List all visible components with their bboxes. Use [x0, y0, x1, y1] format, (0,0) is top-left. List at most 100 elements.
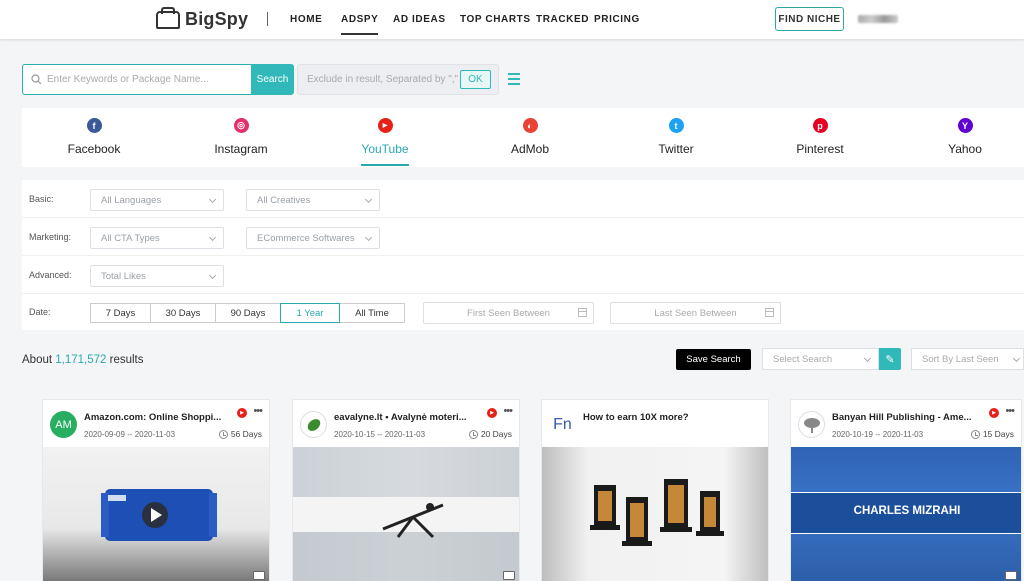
ad-thumbnail[interactable]	[43, 447, 269, 581]
filter-label: Advanced:	[29, 270, 72, 280]
pinterest-icon: p	[812, 118, 828, 133]
select-value: Select Search	[773, 353, 833, 365]
ad-card[interactable]: Fn How to earn 10X more?	[541, 399, 769, 581]
ad-dates: 2020-10-19 -- 2020-11-03	[832, 430, 924, 439]
ad-title[interactable]: Amazon.com: Online Shoppi...	[84, 412, 234, 423]
filter-row-marketing: Marketing: All CTA Types ECommerce Softw…	[22, 218, 1024, 256]
search-icon	[31, 74, 42, 85]
exclude-ok-button[interactable]: OK	[460, 70, 491, 89]
tab-label: Twitter	[658, 142, 694, 156]
edit-search-button[interactable]: ✎	[879, 348, 901, 370]
select-value: All Creatives	[257, 194, 311, 206]
select-value: All CTA Types	[101, 232, 160, 244]
tab-facebook[interactable]: f Facebook	[68, 108, 120, 167]
search-button[interactable]: Search	[251, 64, 294, 95]
search-input[interactable]: Enter Keywords or Package Name...	[22, 64, 252, 95]
nav-tracked[interactable]: TRACKED	[536, 0, 589, 39]
add-folder-icon[interactable]	[503, 571, 515, 580]
results-prefix: About	[22, 354, 56, 366]
ad-card[interactable]: eavalyne.lt • Avalynė moteri... 2020-10-…	[292, 399, 520, 581]
days-label: 20 Days	[480, 429, 512, 439]
filter-label-date: Date:	[29, 307, 51, 317]
admob-icon: ◐	[522, 118, 538, 133]
more-options-icon[interactable]: •••	[503, 405, 513, 417]
tab-admob[interactable]: ◐ AdMob	[510, 108, 550, 167]
select-value: Sort By Last Seen	[922, 353, 999, 365]
ad-card[interactable]: AM Amazon.com: Online Shoppi... 2020-09-…	[42, 399, 270, 581]
select-value: ECommerce Softwares	[257, 232, 355, 244]
tab-label: Pinterest	[796, 142, 844, 156]
avatar: Fn	[549, 411, 576, 438]
save-search-button[interactable]: Save Search	[676, 349, 751, 370]
youtube-badge-icon: ▶	[989, 408, 999, 418]
add-folder-icon[interactable]	[253, 571, 265, 580]
ad-duration: 20 Days	[468, 429, 512, 439]
calendar-icon	[765, 308, 774, 317]
more-options-icon[interactable]: •••	[1005, 405, 1015, 417]
top-bar: BigSpy HOME ADSPY AD IDEAS TOP CHARTS TR…	[0, 0, 1024, 39]
ecommerce-select[interactable]: ECommerce Softwares	[246, 227, 380, 249]
ad-thumbnail[interactable]	[293, 447, 519, 581]
likes-select[interactable]: Total Likes	[90, 265, 224, 287]
date-90-days[interactable]: 90 Days	[215, 303, 281, 323]
first-seen-picker[interactable]: First Seen Between	[423, 302, 594, 324]
chevron-down-icon	[1012, 354, 1021, 363]
tab-pinterest[interactable]: p Pinterest	[796, 108, 844, 167]
ad-dates: 2020-10-15 -- 2020-11-03	[334, 430, 426, 439]
date-placeholder: First Seen Between	[467, 307, 550, 319]
chevron-down-icon	[208, 195, 217, 204]
clock-icon	[468, 429, 478, 439]
date-all-time[interactable]: All Time	[339, 303, 405, 323]
exclude-placeholder: Exclude in result, Separated by ","	[307, 74, 459, 85]
twitter-icon: t	[668, 118, 684, 133]
results-suffix: results	[106, 354, 144, 366]
tab-yahoo[interactable]: Y Yahoo	[948, 108, 982, 167]
banner-text: CHARLES MIZRAHI	[853, 505, 961, 517]
date-30-days[interactable]: 30 Days	[150, 303, 216, 323]
exclude-input[interactable]: Exclude in result, Separated by "," OK	[297, 64, 499, 95]
platform-tabs: f Facebook ◎ Instagram ▶ YouTube ◐ AdMob…	[22, 108, 1024, 167]
nav-pricing[interactable]: PRICING	[594, 0, 640, 39]
add-folder-icon[interactable]	[1005, 571, 1017, 580]
date-1-year[interactable]: 1 Year	[280, 303, 340, 323]
find-niche-button[interactable]: FIND NICHE	[775, 7, 844, 31]
chevron-down-icon	[208, 271, 217, 280]
ad-thumbnail[interactable]: CHARLES MIZRAHI	[791, 447, 1021, 581]
tab-youtube[interactable]: ▶ YouTube	[361, 108, 409, 167]
nav-top-charts[interactable]: TOP CHARTS	[460, 0, 531, 39]
tab-label: AdMob	[510, 142, 550, 156]
filter-row-advanced: Advanced: Total Likes	[22, 256, 1024, 294]
tab-twitter[interactable]: t Twitter	[656, 108, 696, 167]
select-value: Total Likes	[101, 270, 146, 282]
lanterns-image	[590, 479, 724, 546]
nav-adspy[interactable]: ADSPY	[341, 0, 379, 39]
user-account[interactable]	[858, 15, 898, 23]
sort-dropdown[interactable]: Sort By Last Seen	[911, 348, 1024, 370]
more-options-icon[interactable]: •••	[253, 405, 263, 417]
clock-icon	[218, 429, 228, 439]
filter-label: Marketing:	[29, 232, 72, 242]
ad-title[interactable]: Banyan Hill Publishing - Ame...	[832, 412, 982, 423]
dancer-image	[293, 447, 519, 581]
last-seen-picker[interactable]: Last Seen Between	[610, 302, 781, 324]
language-select[interactable]: All Languages	[90, 189, 224, 211]
list-view-icon[interactable]	[508, 73, 520, 85]
nav-divider	[267, 12, 268, 26]
date-range-buttons: 7 Days 30 Days 90 Days 1 Year All Time	[90, 303, 405, 323]
tree-logo-icon	[803, 417, 820, 433]
creatives-select[interactable]: All Creatives	[246, 189, 380, 211]
ad-title[interactable]: How to earn 10X more?	[583, 412, 733, 423]
chevron-down-icon	[863, 354, 872, 363]
nav-home[interactable]: HOME	[290, 0, 322, 39]
bigspy-logo[interactable]: BigSpy	[156, 6, 248, 30]
tab-instagram[interactable]: ◎ Instagram	[213, 108, 269, 167]
results-number: 1,171,572	[55, 354, 107, 366]
ad-thumbnail[interactable]	[542, 447, 768, 581]
ad-card[interactable]: Banyan Hill Publishing - Ame... 2020-10-…	[790, 399, 1022, 581]
cta-select[interactable]: All CTA Types	[90, 227, 224, 249]
select-search-dropdown[interactable]: Select Search	[762, 348, 879, 370]
date-7-days[interactable]: 7 Days	[90, 303, 151, 323]
nav-ad-ideas[interactable]: AD IDEAS	[393, 0, 446, 39]
tab-label: Instagram	[214, 142, 268, 156]
ad-title[interactable]: eavalyne.lt • Avalynė moteri...	[334, 412, 484, 423]
